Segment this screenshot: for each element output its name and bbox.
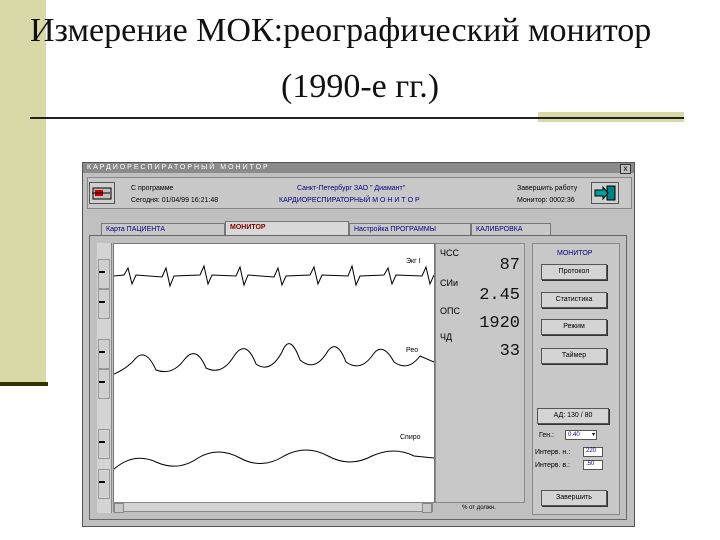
ruler-tick [99, 301, 105, 303]
interval-n-field[interactable]: 220 [583, 447, 603, 457]
hr-value: 87 [499, 256, 520, 275]
hr-label: ЧСС [440, 248, 459, 258]
gain-select[interactable]: 0.40 ▾ [565, 430, 597, 440]
svr-value: 1920 [479, 314, 520, 333]
protocol-button[interactable]: Протокол [541, 264, 607, 280]
bp-button[interactable]: АД: 130 / 80 [537, 408, 609, 424]
scroll-left-button[interactable] [114, 503, 124, 513]
slide-title-line2: (1990-е гг.) [281, 68, 440, 105]
interval-v-label: Интерв. в.: [535, 462, 571, 469]
readout-footer: % от должн. [462, 505, 496, 511]
reo-scale-handle[interactable] [98, 339, 110, 369]
ruler-tick [99, 481, 105, 483]
title-divider-line [538, 117, 684, 119]
gain-label: Ген.: [539, 432, 554, 439]
slide-title-line1: Измерение МОК:реографический монитор [30, 12, 652, 49]
tab-calibration[interactable]: КАЛИБРОВКА [471, 223, 551, 235]
current-datetime: Сегодня: 01/04/99 16:21:48 [131, 197, 219, 204]
monitor-timer: Монитор: 0002:36 [517, 197, 575, 204]
slide-side-bar-shadow [0, 382, 48, 386]
spiro-trace [113, 449, 435, 470]
monitor-window: КАРДИОРЕСПИРАТОРНЫЙ МОНИТОР x С программ… [82, 162, 635, 527]
interval-v-field[interactable]: .50 [583, 460, 603, 470]
interval-n-label: Интерв. н.: [535, 449, 571, 456]
chevron-down-icon: ▾ [591, 432, 595, 438]
trace-scrollbar[interactable] [113, 502, 433, 513]
about-program-label[interactable]: С программе [131, 185, 173, 193]
close-button[interactable]: x [620, 164, 631, 174]
ecg-trace [113, 264, 435, 288]
tab-settings[interactable]: Настройка ПРОГРАММЫ [349, 223, 471, 235]
tab-patient-card[interactable]: Карта ПАЦИЕНТА [101, 223, 225, 235]
app-name: КАРДИОРЕСПИРАТОРНЫЙ М О Н И Т О Р [279, 197, 420, 204]
ruler-tick [99, 271, 105, 273]
window-titlebar: КАРДИОРЕСПИРАТОРНЫЙ МОНИТОР x [83, 163, 634, 174]
ruler-tick [99, 441, 105, 443]
ecg-offset-handle[interactable] [98, 289, 110, 319]
rr-value: 33 [499, 342, 520, 361]
spiro-offset-handle[interactable] [98, 469, 110, 499]
program-icon[interactable] [89, 182, 115, 204]
tab-monitor[interactable]: МОНИТОР [225, 221, 349, 235]
spiro-label: Спиро [400, 434, 421, 441]
ecg-label: Экг I [406, 258, 421, 265]
gain-value: 0.40 [568, 432, 580, 438]
side-panel: МОНИТОР Протокол Статистика Режим Таймер… [532, 243, 620, 515]
ci-value: 2.45 [479, 286, 520, 305]
ci-label: СИи [440, 278, 458, 288]
ruler-tick [99, 381, 105, 383]
reo-label: Рео [406, 347, 419, 354]
waveforms [113, 264, 435, 470]
svr-label: ОПС [440, 306, 460, 316]
rr-label: ЧД [440, 332, 453, 342]
ecg-scale-handle[interactable] [98, 259, 110, 289]
statistics-button[interactable]: Статистика [541, 292, 607, 308]
title-divider [30, 117, 540, 119]
finish-button[interactable]: Завершить [541, 490, 607, 506]
mode-button[interactable]: Режим [541, 319, 607, 335]
side-panel-header: МОНИТОР [557, 250, 593, 257]
company-name: Санкт-Петербург ЗАО " Диамант" [297, 185, 406, 192]
trace-ruler [97, 243, 112, 513]
timer-button[interactable]: Таймер [541, 348, 607, 364]
spiro-scale-handle[interactable] [98, 429, 110, 459]
trace-area: Экг I Рео Спиро [113, 243, 435, 503]
scroll-right-button[interactable] [422, 503, 432, 513]
exit-icon[interactable] [591, 182, 619, 204]
ruler-tick [99, 351, 105, 353]
window-title: КАРДИОРЕСПИРАТОРНЫЙ МОНИТОР [87, 164, 270, 171]
reo-offset-handle[interactable] [98, 369, 110, 399]
slide-side-bar [0, 0, 46, 385]
readout-panel: ЧСС 87 СИи 2.45 ОПС 1920 ЧД 33 [435, 243, 525, 503]
reo-trace [113, 343, 435, 375]
exit-label[interactable]: Завершить работу [517, 185, 577, 193]
